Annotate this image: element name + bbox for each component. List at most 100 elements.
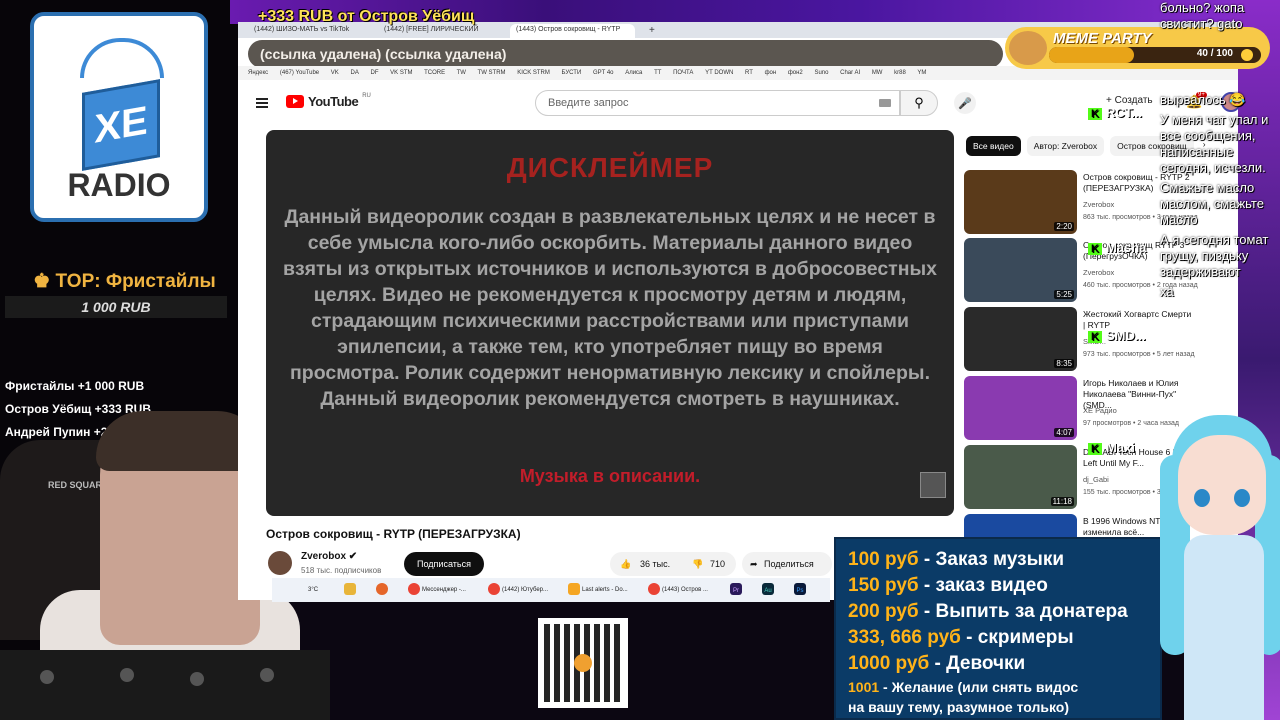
kick-user: K RCT... xyxy=(1088,105,1142,120)
audition-icon[interactable]: Au xyxy=(762,582,776,598)
browser-tab-active[interactable]: (1443) Остров сокровищ - RYTP xyxy=(510,24,635,38)
donationalerts-icon xyxy=(568,583,580,596)
donation-logo-icon xyxy=(574,654,592,672)
chrome-icon xyxy=(488,583,500,596)
firefox-icon[interactable] xyxy=(376,582,390,598)
bookmark[interactable]: фон xyxy=(765,70,777,76)
mic-icon[interactable]: 🎤 xyxy=(954,92,976,114)
bookmark[interactable]: Алиса xyxy=(625,70,642,76)
channel-watermark[interactable] xyxy=(920,472,946,498)
search-button[interactable]: ⚲ xyxy=(900,90,938,116)
kick-icon: K xyxy=(1088,243,1102,255)
keyboard-icon[interactable] xyxy=(879,99,891,107)
price-row: 1000 руб - Девочки xyxy=(848,653,1026,674)
channel-avatar[interactable] xyxy=(268,551,292,575)
bookmark[interactable]: YT DOWN xyxy=(705,70,733,76)
kick-user: K Masha xyxy=(1088,240,1146,255)
disclaimer-title: ДИСКЛЕЙМЕР xyxy=(506,152,714,183)
knob xyxy=(120,668,134,682)
kick-icon: K xyxy=(1088,108,1102,120)
xe-mark: XE xyxy=(82,79,160,171)
taskbar-app[interactable]: Last alerts - Do... xyxy=(568,582,628,598)
taskbar-app[interactable]: Мессенджер -... xyxy=(408,582,466,598)
bookmark[interactable]: KICK STRM xyxy=(517,70,550,76)
bookmark[interactable]: GPT 4o xyxy=(593,70,614,76)
price-row: на вашу тему, разумное только) xyxy=(848,699,1069,715)
dj-controller xyxy=(0,650,330,720)
chat-message: вырвалось 😂 xyxy=(1160,92,1246,107)
photoshop-icon[interactable]: Ps xyxy=(794,582,808,598)
weather-widget[interactable]: 3°C xyxy=(308,582,318,598)
verified-icon: ✔ xyxy=(348,551,358,562)
like-dislike-group: 👍 36 тыс. 👎 710 xyxy=(610,552,736,576)
bookmark[interactable]: Suno xyxy=(814,70,828,76)
taskbar-app[interactable]: (1443) Остров ... xyxy=(648,582,708,598)
bookmark[interactable]: YM xyxy=(917,70,926,76)
chip-all[interactable]: Все видео xyxy=(966,136,1021,156)
search-icon: ⚲ xyxy=(914,95,924,110)
donation-item: Фристайлы +1 000 RUB xyxy=(5,379,145,393)
donation-qr-code xyxy=(538,618,628,708)
bookmark[interactable]: RT xyxy=(745,70,753,76)
subscribe-button[interactable]: Подписаться xyxy=(404,552,484,576)
bookmark[interactable]: (467) YouTube xyxy=(280,70,319,76)
donation-alert: +333 RUB от Остров Уёбищ xyxy=(258,8,475,25)
windows-taskbar: 3°C Мессенджер -... (1442) Ютубер... Las… xyxy=(272,578,830,602)
video-thumbnail[interactable]: 5:25 xyxy=(964,238,1077,302)
bookmark[interactable]: Char AI xyxy=(840,70,860,76)
like-count[interactable]: 36 тыс. xyxy=(640,552,670,576)
search-input[interactable]: Введите запрос xyxy=(535,90,900,116)
bookmark[interactable]: TW STRM xyxy=(478,70,506,76)
price-row: 1001 - Желание (или снять видос xyxy=(848,679,1079,695)
meme-party-progress-fill xyxy=(1049,47,1134,63)
premiere-icon[interactable]: Pr xyxy=(730,582,744,598)
dislike-icon[interactable]: 👎 xyxy=(692,552,703,576)
channel-name[interactable]: Zverobox ✔ xyxy=(301,551,357,562)
like-icon[interactable]: 👍 xyxy=(620,552,631,576)
bookmark[interactable]: DF xyxy=(371,70,379,76)
bookmark[interactable]: VK xyxy=(331,70,339,76)
youtube-logo[interactable]: YouTube RU xyxy=(286,93,371,109)
bookmark[interactable]: kr88 xyxy=(894,70,906,76)
video-thumbnail[interactable]: 8:35 xyxy=(964,307,1077,371)
bookmark[interactable]: фон2 xyxy=(788,70,803,76)
chrome-icon xyxy=(408,583,420,596)
video-thumbnail[interactable]: 2:20 xyxy=(964,170,1077,234)
bookmark[interactable]: VK STM xyxy=(390,70,412,76)
browser-tab[interactable]: (1442) ШИЗО-МАТЬ vs TikTok xyxy=(248,24,373,38)
disclaimer-music: Музыка в описании. xyxy=(519,466,701,486)
bookmark[interactable]: TW xyxy=(457,70,466,76)
taskbar-app[interactable]: (1442) Ютубер... xyxy=(488,582,548,598)
streamer-webcam xyxy=(96,411,264,645)
price-row: 200 руб - Выпить за донатера xyxy=(848,601,1128,622)
bookmark[interactable]: MW xyxy=(872,70,883,76)
knob xyxy=(40,670,54,684)
new-tab-button[interactable]: + xyxy=(643,24,657,38)
disclaimer-text: Данный видеоролик создан в развлекательн… xyxy=(282,206,938,410)
price-row: 333, 666 руб - скримеры xyxy=(848,627,1074,648)
price-row: 150 руб - заказ видео xyxy=(848,575,1048,596)
chip-author[interactable]: Автор: Zverobox xyxy=(1026,136,1105,156)
address-bar[interactable]: (ссылка удалена) (ссылка удалена) xyxy=(248,40,1003,68)
share-button[interactable]: ➦ Поделиться xyxy=(742,552,832,576)
menu-icon[interactable] xyxy=(256,98,268,108)
video-player[interactable]: ДИСКЛЕЙМЕР Данный видеоролик создан в ра… xyxy=(266,130,954,516)
subscriber-count: 518 тыс. подписчиков xyxy=(301,566,382,575)
folder-icon[interactable] xyxy=(344,582,358,598)
chat-message: Смажьте масло маслом, смажьте масло xyxy=(1160,180,1264,227)
browser-tab[interactable]: (1442) [FREE] ЛИРИЧЕСКИЙ xyxy=(378,24,503,38)
radio-text: RADIO xyxy=(67,167,171,203)
price-row: 100 руб - Заказ музыки xyxy=(848,549,1065,570)
chrome-icon xyxy=(648,583,660,596)
top-donor-title: ♚ TOP: Фристайлы xyxy=(33,271,216,292)
video-thumbnail[interactable]: 4:07 xyxy=(964,376,1077,440)
bookmark[interactable]: Яндекс xyxy=(248,70,268,76)
youtube-play-icon xyxy=(286,95,304,108)
bookmark[interactable]: TCORE xyxy=(424,70,445,76)
chat-message: ха xyxy=(1160,284,1174,299)
video-thumbnail[interactable]: 11:18 xyxy=(964,445,1077,509)
bookmark[interactable]: DA xyxy=(350,70,358,76)
bookmark[interactable]: ПОЧТА xyxy=(673,70,693,76)
bookmark[interactable]: TT xyxy=(654,70,661,76)
bookmark[interactable]: БУСТИ xyxy=(562,70,582,76)
